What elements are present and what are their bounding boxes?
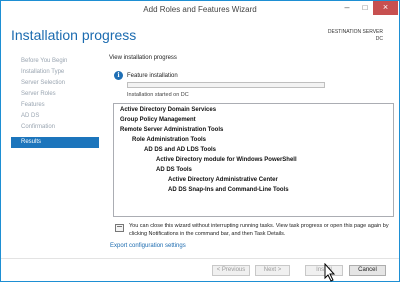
result-item: AD DS Tools	[156, 167, 192, 173]
mouse-cursor-icon	[324, 263, 336, 282]
nav-item-features[interactable]: Features	[11, 100, 99, 111]
page-title: Installation progress	[11, 27, 137, 43]
result-item: AD DS and AD LDS Tools	[144, 147, 216, 153]
maximize-icon[interactable]: □	[357, 1, 373, 15]
section-label: View installation progress	[109, 55, 177, 61]
cancel-button[interactable]: Cancel	[349, 265, 386, 276]
progress-bar	[127, 82, 325, 88]
title-bar[interactable]: Add Roles and Features Wizard – □ ×	[1, 1, 399, 19]
progress-status-text: Installation started on DC	[127, 92, 189, 98]
result-item: Group Policy Management	[120, 117, 196, 123]
result-item: Active Directory Administrative Center	[168, 177, 278, 183]
nav-item-results[interactable]: Results	[11, 137, 99, 148]
result-item: Role Administration Tools	[132, 137, 207, 143]
next-button[interactable]: Next >	[255, 265, 290, 276]
nav-item-server-selection[interactable]: Server Selection	[11, 78, 99, 89]
nav-item-before-you-begin[interactable]: Before You Begin	[11, 56, 99, 67]
export-configuration-link[interactable]: Export configuration settings	[110, 243, 186, 249]
wizard-window: Add Roles and Features Wizard – □ × Inst…	[0, 0, 400, 282]
result-item: Remote Server Administration Tools	[120, 127, 224, 133]
result-item: Active Directory module for Windows Powe…	[156, 157, 297, 163]
result-item: Active Directory Domain Services	[120, 107, 217, 113]
wizard-nav: Before You Begin Installation Type Server …	[11, 56, 99, 148]
results-list[interactable]: Active Directory Domain Services Group Po…	[113, 103, 394, 217]
destination-value: DC	[375, 36, 383, 42]
footer-divider	[1, 258, 399, 259]
wizard-header: Installation progress DESTINATION SERVER…	[1, 19, 399, 53]
destination-label: DESTINATION SERVER	[327, 29, 383, 35]
nav-item-server-roles[interactable]: Server Roles	[11, 89, 99, 100]
info-icon: i	[114, 71, 123, 80]
destination-server: DESTINATION SERVER DC	[328, 29, 383, 43]
nav-item-confirmation[interactable]: Confirmation	[11, 122, 99, 133]
nav-item-installation-type[interactable]: Installation Type	[11, 67, 99, 78]
notice-text: You can close this wizard without interr…	[129, 223, 389, 237]
close-icon[interactable]: ×	[373, 1, 398, 15]
feature-installation-label: Feature installation	[127, 73, 178, 79]
nav-item-ad-ds[interactable]: AD DS	[11, 111, 99, 122]
notification-icon	[115, 224, 124, 232]
previous-button[interactable]: < Previous	[212, 265, 250, 276]
result-item: AD DS Snap-Ins and Command-Line Tools	[168, 187, 289, 193]
minimize-icon[interactable]: –	[338, 1, 356, 15]
